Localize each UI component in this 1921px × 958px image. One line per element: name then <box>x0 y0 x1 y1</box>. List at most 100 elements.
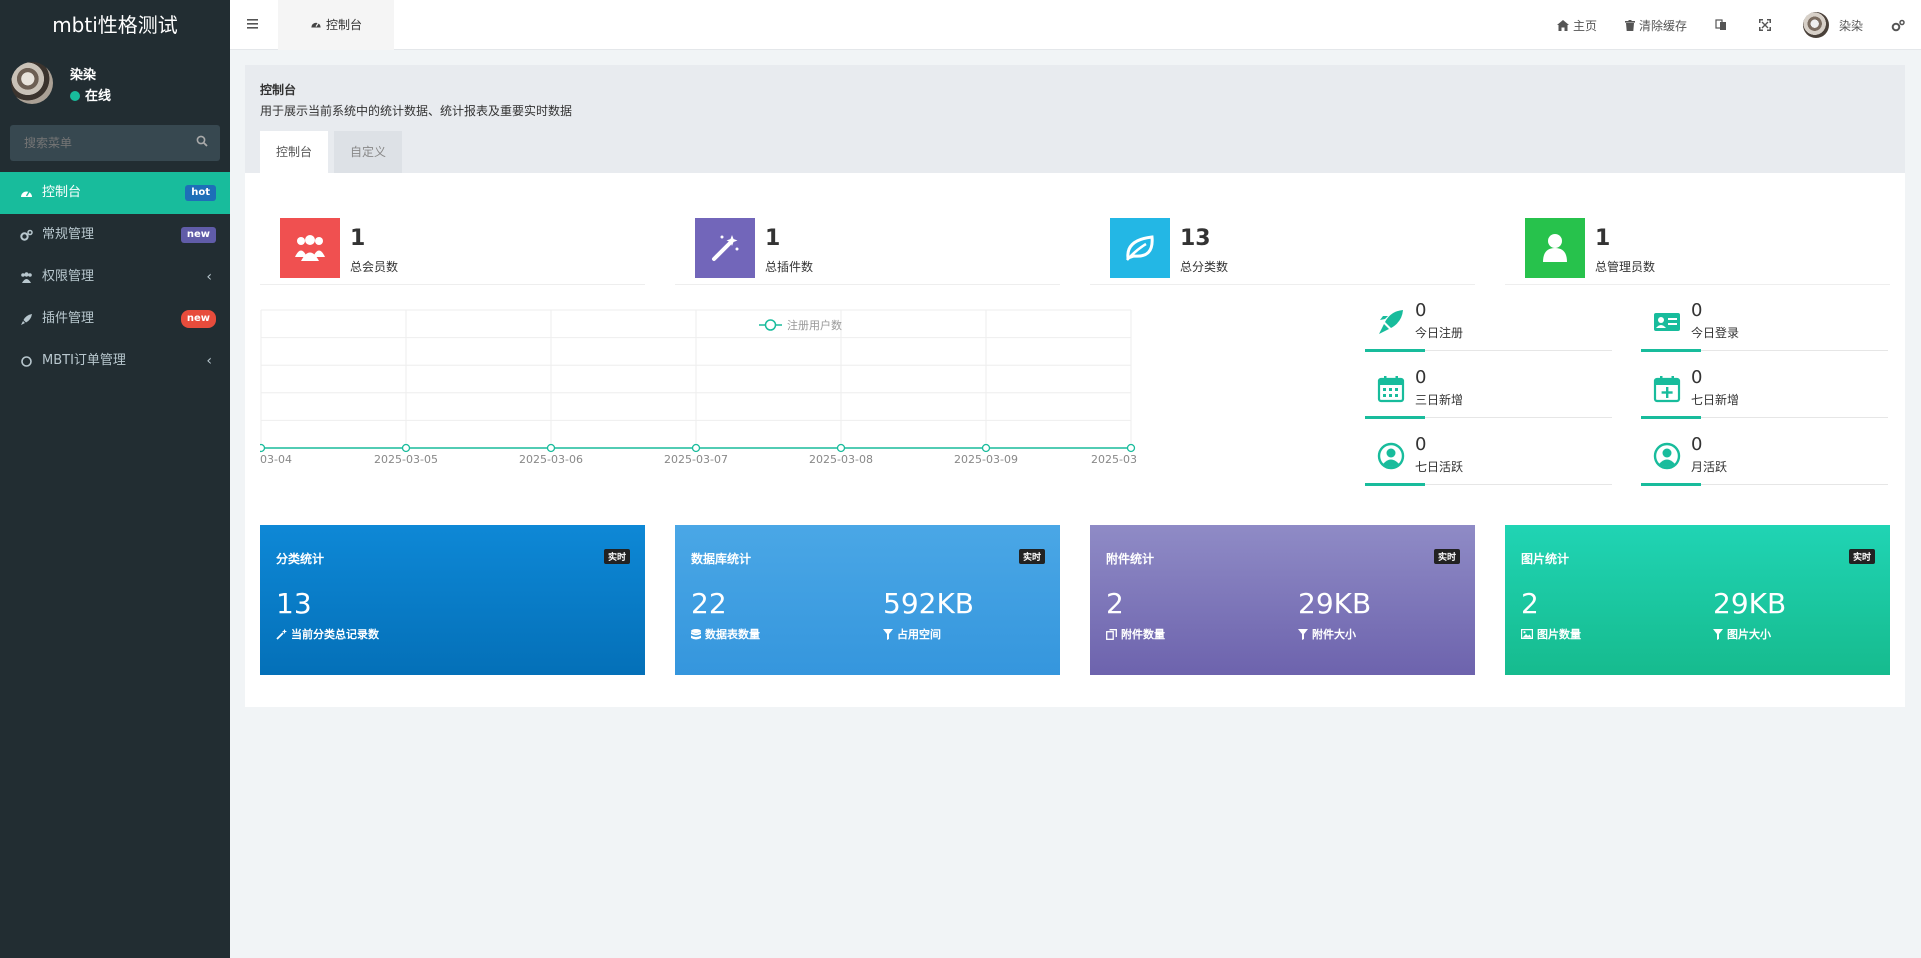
navbar-right: 主页 清除缓存 染染 <box>1556 0 1921 50</box>
metric-label-text: 附件大小 <box>1312 628 1356 641</box>
data-point[interactable] <box>546 443 556 453</box>
new-badge: new <box>180 227 216 243</box>
sidebar-menu: 控制台 hot 常规管理 new 权限管理 ‹ 插件管理 new MBTI订单管… <box>0 172 230 382</box>
language-button[interactable] <box>1715 19 1731 31</box>
legend-label: 注册用户数 <box>787 318 842 332</box>
data-point[interactable] <box>691 443 701 453</box>
dashboard-icon <box>311 22 321 28</box>
sidebar-item-label: MBTI订单管理 <box>42 353 126 368</box>
realtime-badge: 实时 <box>603 549 630 564</box>
mini-stat-value: 0 <box>1415 434 1427 455</box>
tab-dashboard[interactable]: 控制台 <box>278 0 394 50</box>
mini-stat-today-login: 0 今日登录 <box>1641 300 1888 352</box>
user-menu[interactable]: 染染 <box>1802 12 1863 38</box>
dashboard-panel: 控制台 用于展示当前系统中的统计数据、统计报表及重要实时数据 控制台 自定义 1… <box>245 65 1905 707</box>
database-icon <box>691 628 701 639</box>
stat-label: 总会员数 <box>350 260 399 274</box>
stat-members: 1 总会员数 <box>260 208 645 285</box>
accent-underline <box>1365 416 1425 419</box>
card-metric: 13 当前分类总记录数 <box>276 587 379 642</box>
mini-stat-seven-day-active: 0 七日活跃 <box>1365 434 1612 486</box>
data-point[interactable] <box>981 443 991 453</box>
panel-tabs: 控制台 自定义 <box>260 131 408 173</box>
mini-stat-value: 0 <box>1415 300 1427 321</box>
page-description: 用于展示当前系统中的统计数据、统计报表及重要实时数据 <box>260 104 573 118</box>
trash-icon <box>1624 19 1635 31</box>
data-point[interactable] <box>260 443 266 453</box>
tab-dashboard[interactable]: 控制台 <box>260 131 329 173</box>
card-value: 29KB <box>1713 587 1787 620</box>
mini-stat-label: 月活跃 <box>1691 460 1728 474</box>
rocket-icon <box>1379 310 1403 334</box>
mini-stat-value: 0 <box>1691 434 1703 455</box>
user-status-text: 在线 <box>85 89 112 104</box>
menu-search <box>10 125 220 161</box>
hamburger-icon[interactable] <box>246 17 260 31</box>
card-metric: 29KB 图片大小 <box>1713 587 1786 642</box>
app-logo[interactable]: mbti性格测试 <box>0 0 230 50</box>
card-metric-label: 图片大小 <box>1713 626 1786 642</box>
circle-icon <box>21 356 32 367</box>
mini-stat-label: 今日登录 <box>1691 326 1740 340</box>
metric-label-text: 图片数量 <box>1537 628 1581 641</box>
stat-label: 总分类数 <box>1180 260 1229 274</box>
card-metric: 22 数据表数量 <box>691 587 760 642</box>
registered-users-chart[interactable]: 注册用户数 03-04 2025-03-05 2025-03-06 2025-03-0… <box>260 308 1340 493</box>
card-metric: 2 附件数量 <box>1106 587 1165 642</box>
sidebar-item-general[interactable]: 常规管理 new <box>0 214 230 256</box>
sidebar-item-dashboard[interactable]: 控制台 hot <box>0 172 230 214</box>
card-metric: 29KB 附件大小 <box>1298 587 1371 642</box>
user-icon <box>1525 218 1585 278</box>
online-dot-icon <box>70 91 80 101</box>
chevron-left-icon: ‹ <box>206 353 212 369</box>
avatar <box>1802 12 1829 38</box>
mini-stat-value: 0 <box>1691 367 1703 388</box>
x-tick-label: 2025-03 <box>1091 453 1137 466</box>
card-title: 附件统计 <box>1106 552 1155 566</box>
accent-underline <box>1641 483 1701 486</box>
sidebar-item-label: 权限管理 <box>42 269 95 284</box>
home-link[interactable]: 主页 <box>1556 17 1597 34</box>
cogs-icon <box>20 229 33 241</box>
search-input[interactable] <box>10 125 180 161</box>
data-point[interactable] <box>1126 443 1136 453</box>
sidebar-item-mbti-orders[interactable]: MBTI订单管理 ‹ <box>0 340 230 382</box>
card-value: 29KB <box>1298 587 1372 620</box>
card-value: 592KB <box>883 587 975 620</box>
settings-button[interactable] <box>1891 19 1909 32</box>
card-metric-label: 附件大小 <box>1298 626 1371 642</box>
card-value: 22 <box>691 587 727 620</box>
user-panel: 染染 在线 <box>0 50 230 118</box>
filter-icon <box>1298 628 1308 640</box>
card-metric: 592KB 占用空间 <box>883 587 974 642</box>
chart-legend[interactable]: 注册用户数 <box>759 318 842 332</box>
data-point[interactable] <box>836 443 846 453</box>
user-name: 染染 <box>70 68 97 83</box>
filter-icon <box>1713 628 1723 640</box>
card-value: 2 <box>1106 587 1124 620</box>
clear-cache-button[interactable]: 清除缓存 <box>1624 17 1687 34</box>
data-point[interactable] <box>401 443 411 453</box>
mini-stat-monthly-active: 0 月活跃 <box>1641 434 1888 486</box>
nav-username: 染染 <box>1838 18 1863 33</box>
accent-underline <box>1365 483 1425 486</box>
home-label: 主页 <box>1572 18 1597 33</box>
panel-heading: 控制台 用于展示当前系统中的统计数据、统计报表及重要实时数据 控制台 自定义 <box>245 65 1905 173</box>
filter-icon <box>883 628 893 640</box>
avatar <box>11 62 53 104</box>
sidebar-item-permissions[interactable]: 权限管理 ‹ <box>0 256 230 298</box>
card-metric-label: 当前分类总记录数 <box>276 626 379 642</box>
card-title: 数据库统计 <box>691 552 752 566</box>
card-category-stats: 分类统计 实时 13 当前分类总记录数 <box>260 525 645 675</box>
tab-custom[interactable]: 自定义 <box>334 131 403 173</box>
mini-stat-three-day-new: 0 三日新增 <box>1365 367 1612 419</box>
fullscreen-button[interactable] <box>1758 19 1775 31</box>
id-card-icon <box>1654 313 1680 331</box>
metric-label-text: 数据表数量 <box>705 628 760 641</box>
sidebar-item-plugins[interactable]: 插件管理 new <box>0 298 230 340</box>
stat-label: 总管理员数 <box>1595 260 1656 274</box>
stat-admins: 1 总管理员数 <box>1505 208 1890 285</box>
x-tick-label: 2025-03-09 <box>954 453 1018 466</box>
search-icon[interactable] <box>196 135 208 147</box>
chevron-left-icon: ‹ <box>206 269 212 285</box>
